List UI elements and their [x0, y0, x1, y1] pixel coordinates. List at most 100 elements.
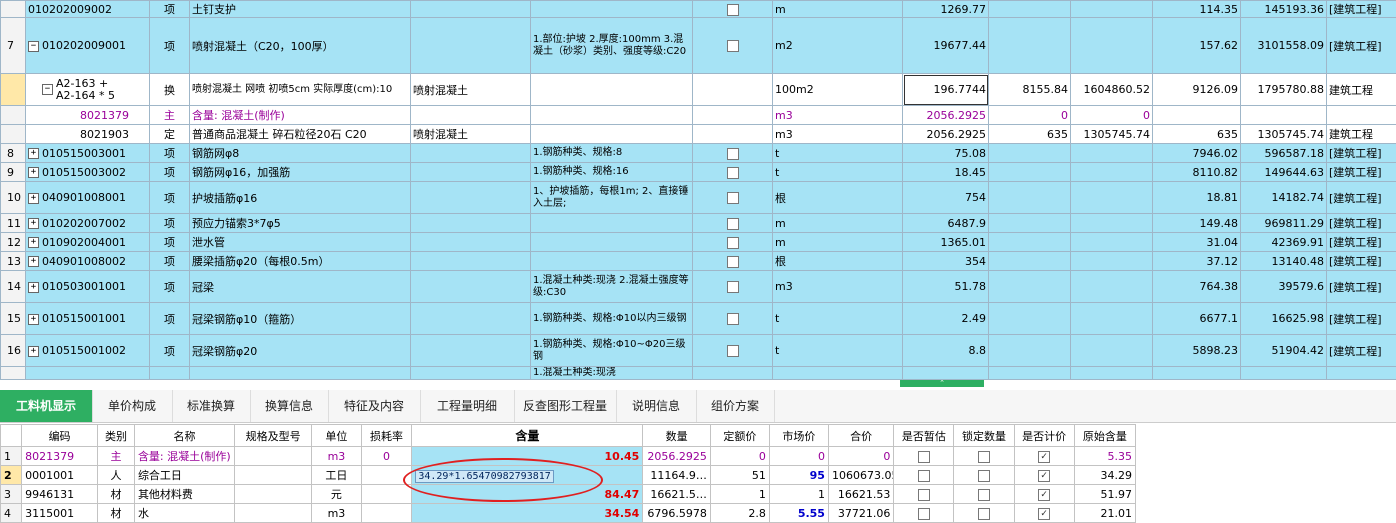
sub-header-0[interactable]	[1, 425, 22, 447]
row-checkbox[interactable]	[727, 256, 739, 268]
grid-row[interactable]: 16+010515001002项冠梁钢筋φ201.钢筋种类、规格:Φ10~Φ20…	[1, 335, 1396, 367]
sub-row[interactable]: 18021379主含量: 混凝土(制作)m3010.452056.2925000…	[1, 447, 1136, 466]
row-checkbox[interactable]	[727, 40, 739, 52]
expand-icon[interactable]: +	[28, 282, 39, 293]
sub-cell-content[interactable]: 34.29*1.65470982793817	[412, 466, 643, 485]
grid-row[interactable]: −A2-163 + A2-164 * 5换喷射混凝土 网喷 初喷5cm 实际厚度…	[1, 74, 1396, 106]
sub-row[interactable]: 43115001材水m334.546796.59782.85.5537721.0…	[1, 504, 1136, 523]
sub-header-4[interactable]: 规格及型号	[235, 425, 312, 447]
cell-chk[interactable]	[693, 214, 773, 233]
sub-cell-est[interactable]	[894, 466, 954, 485]
sub-header-12[interactable]: 是否暂估	[894, 425, 954, 447]
grid-row[interactable]: 010202009002项土钉支护m1269.77114.35145193.36…	[1, 1, 1396, 18]
sub-header-10[interactable]: 市场价	[769, 425, 828, 447]
sub-header-9[interactable]: 定额价	[710, 425, 769, 447]
sub-header-6[interactable]: 损耗率	[361, 425, 412, 447]
grid-row[interactable]: 7−010202009001项喷射混凝土（C20，100厚）1.部位:护坡 2.…	[1, 18, 1396, 74]
sub-header-3[interactable]: 名称	[134, 425, 234, 447]
row-checkbox[interactable]	[727, 148, 739, 160]
row-checkbox[interactable]	[727, 4, 739, 16]
sub-cell-est[interactable]	[894, 504, 954, 523]
cell-chk[interactable]	[693, 125, 773, 144]
sub-cell-price[interactable]	[1014, 504, 1074, 523]
price-checkbox[interactable]	[1038, 489, 1050, 501]
sub-header-14[interactable]: 是否计价	[1014, 425, 1074, 447]
est-checkbox[interactable]	[918, 451, 930, 463]
expand-icon[interactable]: +	[28, 193, 39, 204]
grid-row[interactable]: 15+010515001001项冠梁钢筋φ10（箍筋）1.钢筋种类、规格:Φ10…	[1, 303, 1396, 335]
lock-checkbox[interactable]	[978, 470, 990, 482]
tab-4[interactable]: 特征及内容	[328, 390, 421, 422]
sub-cell-price[interactable]	[1014, 466, 1074, 485]
sub-cell-content[interactable]: 34.54	[412, 504, 643, 523]
grid-row[interactable]: 13+040901008002项腰梁插筋φ20（每根0.5m）根35437.12…	[1, 252, 1396, 271]
grid-row[interactable]: 1.混凝土种类:现浇	[1, 367, 1396, 380]
expand-icon[interactable]: +	[28, 148, 39, 159]
cell-chk[interactable]	[693, 182, 773, 214]
cell-chk[interactable]	[693, 367, 773, 380]
grid-row[interactable]: 8021903定普通商品混凝土 碎石粒径20石 C20喷射混凝土m32056.2…	[1, 125, 1396, 144]
tab-2[interactable]: 标准换算	[172, 390, 251, 422]
sub-header-13[interactable]: 锁定数量	[954, 425, 1014, 447]
grid-row[interactable]: 14+010503001001项冠梁1.混凝土种类:现浇 2.混凝土强度等级:C…	[1, 271, 1396, 303]
sub-cell-est[interactable]	[894, 447, 954, 466]
cell-chk[interactable]	[693, 106, 773, 125]
row-checkbox[interactable]	[727, 192, 739, 204]
sub-cell-price[interactable]	[1014, 485, 1074, 504]
row-checkbox[interactable]	[727, 281, 739, 293]
expand-icon[interactable]: +	[28, 237, 39, 248]
est-checkbox[interactable]	[918, 489, 930, 501]
content-edit-input[interactable]: 34.29*1.65470982793817	[415, 470, 553, 483]
grid-row[interactable]: 10+040901008001项护坡插筋φ161、护坡插筋，每根1m; 2、直接…	[1, 182, 1396, 214]
sub-header-7[interactable]: 含量	[412, 425, 643, 447]
cell-chk[interactable]	[693, 163, 773, 182]
sub-cell-lock[interactable]	[954, 447, 1014, 466]
tab-1[interactable]: 单价构成	[92, 390, 173, 422]
cell-chk[interactable]	[693, 74, 773, 106]
grid-row[interactable]: 8+010515003001项钢筋网φ81.钢筋种类、规格:8t75.08794…	[1, 144, 1396, 163]
row-checkbox[interactable]	[727, 218, 739, 230]
est-checkbox[interactable]	[918, 470, 930, 482]
row-checkbox[interactable]	[727, 237, 739, 249]
expand-icon[interactable]: +	[28, 218, 39, 229]
sub-header-5[interactable]: 单位	[312, 425, 362, 447]
sub-cell-price[interactable]	[1014, 447, 1074, 466]
price-checkbox[interactable]	[1038, 470, 1050, 482]
grid-row[interactable]: 12+010902004001项泄水管m1365.0131.0442369.91…	[1, 233, 1396, 252]
sub-header-8[interactable]: 数量	[643, 425, 711, 447]
sub-cell-lock[interactable]	[954, 485, 1014, 504]
cell-chk[interactable]	[693, 303, 773, 335]
expand-icon[interactable]: +	[28, 314, 39, 325]
sub-header-2[interactable]: 类别	[98, 425, 135, 447]
grid-row[interactable]: 9+010515003002项钢筋网φ16，加强筋1.钢筋种类、规格:16t18…	[1, 163, 1396, 182]
sub-header-11[interactable]: 合价	[828, 425, 893, 447]
tab-8[interactable]: 组价方案	[696, 390, 775, 422]
grid-row[interactable]: 11+010202007002项预应力锚索3*7φ5m6487.9149.489…	[1, 214, 1396, 233]
sub-cell-lock[interactable]	[954, 504, 1014, 523]
expand-icon[interactable]: +	[28, 346, 39, 357]
cell-chk[interactable]	[693, 1, 773, 18]
sub-cell-lock[interactable]	[954, 466, 1014, 485]
grid-row[interactable]: 8021379主含量: 混凝土(制作)m32056.292500	[1, 106, 1396, 125]
tab-5[interactable]: 工程量明细	[420, 390, 515, 422]
cell-chk[interactable]	[693, 335, 773, 367]
expand-icon[interactable]: +	[28, 256, 39, 267]
splitter-handle[interactable]: ⌃	[900, 380, 984, 387]
tab-0[interactable]: 工料机显示	[0, 390, 93, 422]
sub-cell-content[interactable]: 84.47	[412, 485, 643, 504]
cell-chk[interactable]	[693, 144, 773, 163]
cell-chk[interactable]	[693, 271, 773, 303]
cell-chk[interactable]	[693, 252, 773, 271]
price-checkbox[interactable]	[1038, 451, 1050, 463]
tab-6[interactable]: 反查图形工程量	[514, 390, 617, 422]
expand-icon[interactable]: +	[28, 167, 39, 178]
collapse-icon[interactable]: −	[42, 84, 53, 95]
row-checkbox[interactable]	[727, 345, 739, 357]
tab-3[interactable]: 换算信息	[250, 390, 329, 422]
lock-checkbox[interactable]	[978, 489, 990, 501]
tab-7[interactable]: 说明信息	[616, 390, 697, 422]
sub-cell-est[interactable]	[894, 485, 954, 504]
sub-row[interactable]: 20001001人综合工日工日34.29*1.65470982793817111…	[1, 466, 1136, 485]
cell-chk[interactable]	[693, 18, 773, 74]
row-checkbox[interactable]	[727, 313, 739, 325]
